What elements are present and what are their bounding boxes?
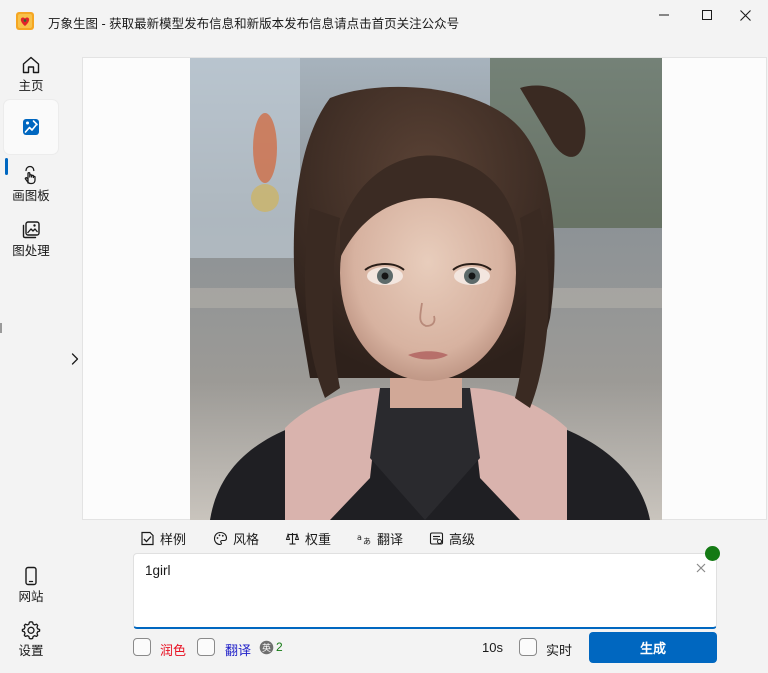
image-edit-icon <box>23 119 39 135</box>
realtime-checkbox[interactable] <box>519 638 537 656</box>
window-edge-marker <box>0 323 2 333</box>
draw-board-icon <box>24 165 36 184</box>
translate-label: 翻译 <box>225 643 252 658</box>
badge-count: 2 <box>276 640 283 654</box>
image-process-icon <box>22 220 40 238</box>
tab-weight[interactable]: 权重 <box>285 528 331 548</box>
generate-button[interactable]: 生成 <box>589 632 717 663</box>
svg-text:a: a <box>357 533 362 542</box>
home-icon <box>22 56 40 73</box>
close-icon <box>739 9 751 21</box>
phone-icon <box>25 566 37 585</box>
sidebar-item-label: 主页 <box>18 78 44 93</box>
generated-portrait-image[interactable] <box>190 58 662 520</box>
sidebar-item-home[interactable]: 主页 <box>4 46 58 100</box>
translate-icon: a あ <box>357 533 371 546</box>
tab-label: 样例 <box>160 531 187 547</box>
realtime-label: 实时 <box>546 643 573 658</box>
title-bar: 万象生图 - 获取最新模型发布信息和新版本发布信息请点击首页关注公众号 <box>0 0 768 40</box>
sidebar-item-image-edit[interactable] <box>4 100 58 154</box>
bottom-controls: 润色 翻译 英 2 10s 实时 生成 <box>0 632 768 663</box>
tab-style[interactable]: 风格 <box>213 528 259 548</box>
tab-advanced[interactable]: 高级 <box>429 528 475 548</box>
sidebar-item-label: 图处理 <box>12 243 50 258</box>
balance-icon <box>285 532 300 545</box>
prompt-input[interactable]: 1girl <box>133 553 717 629</box>
sidebar-item-website[interactable]: 网站 <box>4 557 58 611</box>
sidebar-item-draw-board[interactable]: 画图板 <box>4 156 58 210</box>
close-button[interactable] <box>722 0 768 30</box>
advanced-icon <box>429 531 444 545</box>
tab-label: 高级 <box>449 531 476 547</box>
polish-checkbox[interactable] <box>133 638 151 656</box>
chevron-right-icon[interactable] <box>68 351 82 367</box>
translate-checkbox[interactable] <box>197 638 215 656</box>
maximize-icon <box>702 10 712 20</box>
app-logo-icon <box>16 12 34 30</box>
sidebar-item-label: 画图板 <box>12 188 50 203</box>
prompt-text[interactable]: 1girl <box>145 563 171 578</box>
sidebar: 主页 画图板 图处理 网站 设置 <box>0 40 64 673</box>
tab-label: 风格 <box>233 531 260 547</box>
clear-icon[interactable] <box>695 562 707 574</box>
palette-icon <box>213 531 228 545</box>
status-indicator <box>705 546 720 561</box>
sidebar-item-image-process[interactable]: 图处理 <box>4 211 58 265</box>
tab-label: 翻译 <box>377 531 404 547</box>
sample-icon <box>141 531 154 545</box>
svg-text:あ: あ <box>363 537 371 546</box>
minimize-icon <box>659 14 669 16</box>
tab-label: 权重 <box>305 531 332 547</box>
duration-label: 10s <box>482 640 503 655</box>
polish-label: 润色 <box>160 643 187 658</box>
sidebar-item-label: 网站 <box>18 589 44 604</box>
window-title: 万象生图 - 获取最新模型发布信息和新版本发布信息请点击首页关注公众号 <box>48 17 460 31</box>
english-badge-icon: 英 <box>259 640 274 655</box>
image-preview-panel <box>82 57 767 520</box>
tab-sample[interactable]: 样例 <box>140 528 186 548</box>
svg-text:英: 英 <box>262 642 271 654</box>
minimize-button[interactable] <box>641 0 687 30</box>
tab-translate[interactable]: a あ 翻译 <box>357 528 403 548</box>
